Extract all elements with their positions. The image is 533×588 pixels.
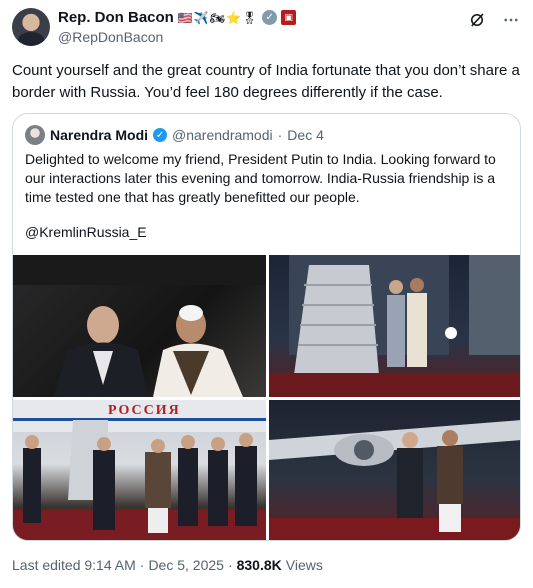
quote-separator: · [277,127,283,143]
tweet-footer: Last edited 9:14 AM · Dec 5, 2025 · 830.… [12,557,323,573]
tweet-text: Count yourself and the great country of … [12,62,520,101]
photo-delegation-walk[interactable]: РОССИЯ [13,400,266,540]
quote-mention[interactable]: @KremlinRussia_E [25,224,147,240]
quote-handle[interactable]: @narendramodi [172,127,273,143]
quote-header: Narendra Modi ✓ @narendramodi · Dec 4 [25,125,324,145]
post-date[interactable]: Dec 5, 2025 [148,557,224,573]
quote-text: Delighted to welcome my friend, Presiden… [25,151,496,205]
quote-avatar[interactable] [25,125,45,145]
author-name-row: Rep. Don Bacon 🇺🇸✈️🏍⭐🎖 ✓ ▣ [58,9,297,26]
author-avatar[interactable] [12,8,50,46]
more-options-icon[interactable] [501,10,521,30]
aircraft-sign-text: РОССИЯ [108,403,181,418]
footer-separator: · [227,557,233,573]
photo-car-interior[interactable] [13,255,266,397]
media-grid: РОССИЯ [13,255,520,540]
tweet-header: Rep. Don Bacon 🇺🇸✈️🏍⭐🎖 ✓ ▣ @RepDonBacon [12,8,521,48]
header-actions [467,10,521,30]
grok-icon[interactable] [467,10,487,30]
edited-time[interactable]: Last edited 9:14 AM [12,557,136,573]
verified-gray-icon[interactable]: ✓ [262,10,278,25]
views-count[interactable]: 830.8K [237,557,282,573]
quoted-tweet[interactable]: Narendra Modi ✓ @narendramodi · Dec 4 De… [12,113,521,541]
quote-display-name[interactable]: Narendra Modi [50,127,148,143]
author-handle[interactable]: @RepDonBacon [58,29,163,45]
views-label: Views [285,557,323,573]
author-name-emoji: 🇺🇸✈️🏍⭐🎖 [177,10,259,25]
author-display-name[interactable]: Rep. Don Bacon [58,9,174,26]
affiliation-icon[interactable]: ▣ [281,10,297,25]
quote-date[interactable]: Dec 4 [287,127,324,143]
photo-aircraft-stairs[interactable] [269,255,520,397]
photo-handshake-aircraft[interactable] [269,400,520,540]
footer-separator: · [139,557,145,573]
verified-blue-icon[interactable]: ✓ [153,128,168,142]
